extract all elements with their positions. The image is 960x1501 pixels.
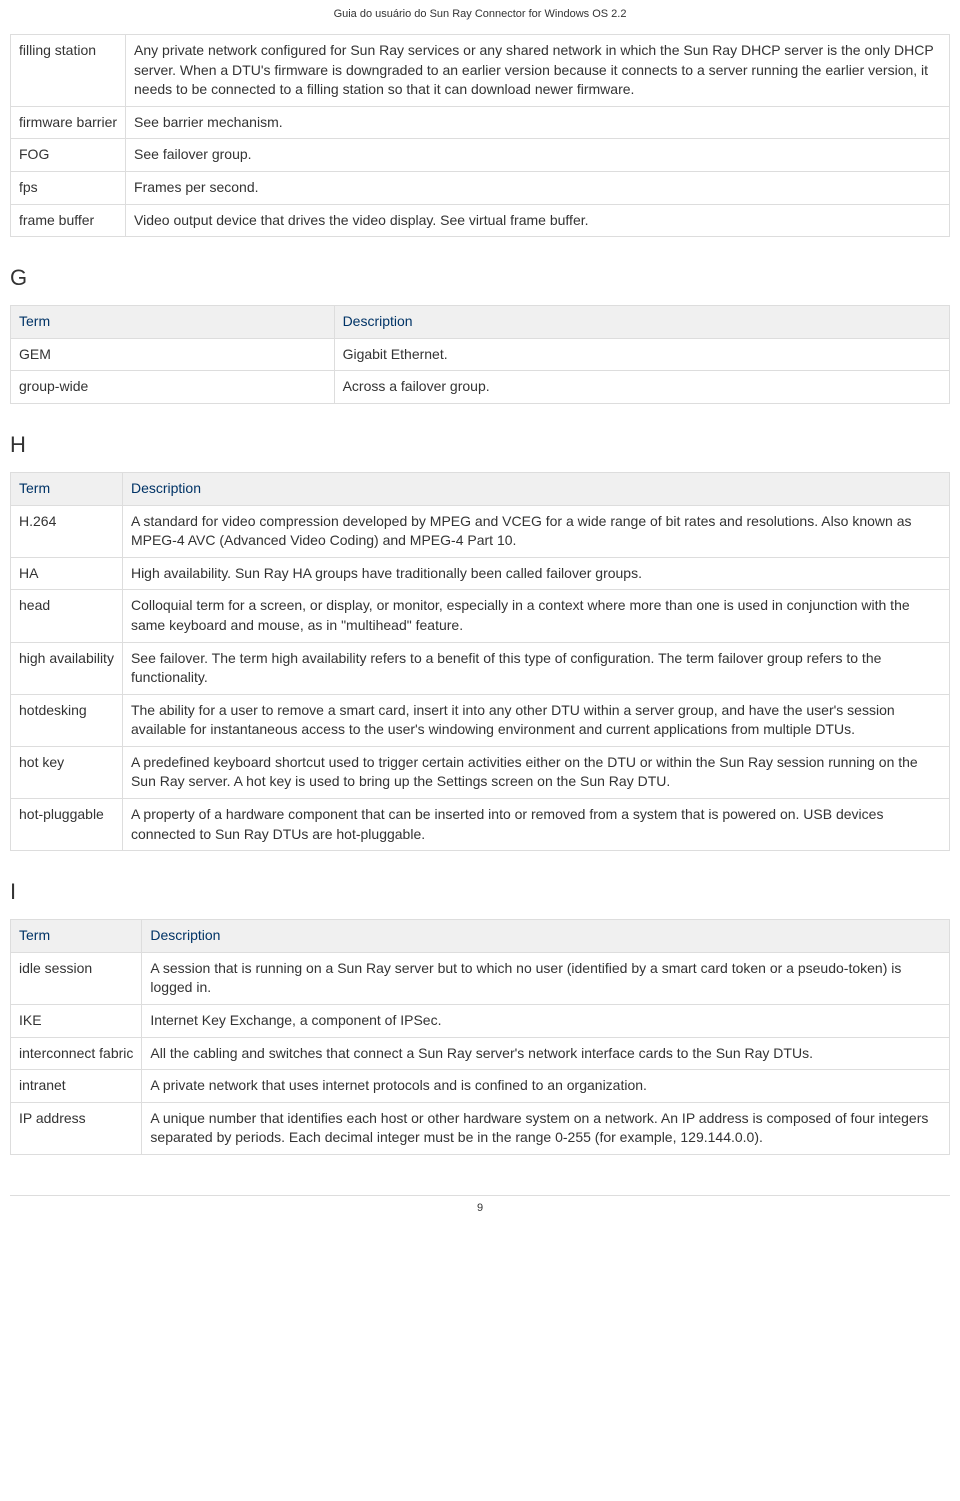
desc-cell: The ability for a user to remove a smart… [122,694,949,746]
desc-cell: A session that is running on a Sun Ray s… [142,952,950,1004]
table-row: hot-pluggable A property of a hardware c… [11,799,950,851]
table-row: H.264 A standard for video compression d… [11,505,950,557]
column-header-term: Term [11,920,142,953]
term-cell: head [11,590,123,642]
table-row: IP address A unique number that identifi… [11,1102,950,1154]
table-row: GEM Gigabit Ethernet. [11,338,950,371]
column-header-term: Term [11,306,335,339]
desc-cell: Colloquial term for a screen, or display… [122,590,949,642]
table-row: filling station Any private network conf… [11,35,950,107]
term-cell: group-wide [11,371,335,404]
term-cell: high availability [11,642,123,694]
term-cell: hotdesking [11,694,123,746]
table-row: idle session A session that is running o… [11,952,950,1004]
column-header-term: Term [11,472,123,505]
desc-cell: A property of a hardware component that … [122,799,949,851]
term-cell: frame buffer [11,204,126,237]
term-cell: GEM [11,338,335,371]
page-number: 9 [10,1195,950,1214]
desc-cell: Across a failover group. [334,371,949,404]
table-row: FOG See failover group. [11,139,950,172]
glossary-table-i: Term Description idle session A session … [10,919,950,1155]
desc-cell: A standard for video compression develop… [122,505,949,557]
glossary-table-h: Term Description H.264 A standard for vi… [10,472,950,851]
table-row: firmware barrier See barrier mechanism. [11,106,950,139]
term-cell: filling station [11,35,126,107]
desc-cell: See barrier mechanism. [126,106,950,139]
table-row: fps Frames per second. [11,171,950,204]
heading-g: G [10,265,950,291]
desc-cell: Internet Key Exchange, a component of IP… [142,1005,950,1038]
term-cell: FOG [11,139,126,172]
term-cell: idle session [11,952,142,1004]
term-cell: firmware barrier [11,106,126,139]
column-header-desc: Description [122,472,949,505]
desc-cell: Video output device that drives the vide… [126,204,950,237]
table-row: hotdesking The ability for a user to rem… [11,694,950,746]
heading-h: H [10,432,950,458]
term-cell: H.264 [11,505,123,557]
table-row: IKE Internet Key Exchange, a component o… [11,1005,950,1038]
table-row: head Colloquial term for a screen, or di… [11,590,950,642]
table-row: HA High availability. Sun Ray HA groups … [11,557,950,590]
desc-cell: A unique number that identifies each hos… [142,1102,950,1154]
desc-cell: Gigabit Ethernet. [334,338,949,371]
desc-cell: A predefined keyboard shortcut used to t… [122,746,949,798]
term-cell: IP address [11,1102,142,1154]
heading-i: I [10,879,950,905]
term-cell: fps [11,171,126,204]
table-row: high availability See failover. The term… [11,642,950,694]
table-row: intranet A private network that uses int… [11,1070,950,1103]
table-header-row: Term Description [11,306,950,339]
term-cell: HA [11,557,123,590]
desc-cell: See failover. The term high availability… [122,642,949,694]
desc-cell: High availability. Sun Ray HA groups hav… [122,557,949,590]
table-row: hot key A predefined keyboard shortcut u… [11,746,950,798]
desc-cell: Any private network configured for Sun R… [126,35,950,107]
glossary-table-f: filling station Any private network conf… [10,34,950,237]
desc-cell: See failover group. [126,139,950,172]
table-row: group-wide Across a failover group. [11,371,950,404]
term-cell: IKE [11,1005,142,1038]
table-header-row: Term Description [11,920,950,953]
glossary-table-g: Term Description GEM Gigabit Ethernet. g… [10,305,950,404]
table-header-row: Term Description [11,472,950,505]
term-cell: interconnect fabric [11,1037,142,1070]
table-row: interconnect fabric All the cabling and … [11,1037,950,1070]
desc-cell: A private network that uses internet pro… [142,1070,950,1103]
column-header-desc: Description [334,306,949,339]
column-header-desc: Description [142,920,950,953]
desc-cell: Frames per second. [126,171,950,204]
desc-cell: All the cabling and switches that connec… [142,1037,950,1070]
term-cell: intranet [11,1070,142,1103]
table-row: frame buffer Video output device that dr… [11,204,950,237]
term-cell: hot-pluggable [11,799,123,851]
doc-header: Guia do usuário do Sun Ray Connector for… [10,0,950,34]
term-cell: hot key [11,746,123,798]
